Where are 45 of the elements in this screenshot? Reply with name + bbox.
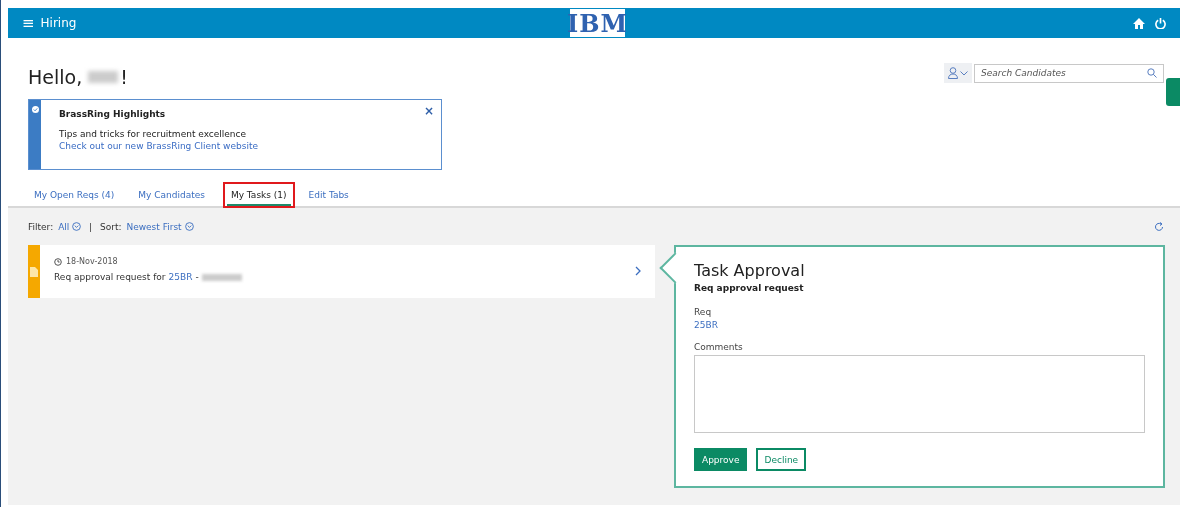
chevron-circle-icon (184, 222, 194, 231)
task-dash: - (195, 272, 199, 282)
caret-icon (960, 70, 968, 76)
chevron-circle-icon (72, 222, 82, 231)
close-icon[interactable]: × (423, 104, 434, 118)
filter-dropdown[interactable]: All (58, 222, 82, 232)
sort-label: Sort: (99, 222, 122, 232)
req-label: Req (694, 307, 713, 317)
tab[interactable]: My Tasks (1) (226, 184, 291, 206)
redacted-text (201, 273, 242, 281)
panel-subtitle: Req approval request (694, 283, 805, 293)
task-card[interactable]: 18-Nov-2018 Req approval request for 25BR - (28, 245, 655, 298)
decline-button[interactable]: Decline (756, 448, 807, 471)
sort-dropdown[interactable]: Newest First (126, 222, 194, 232)
tab[interactable]: My Candidates (136, 184, 211, 206)
refresh-icon[interactable] (1154, 222, 1164, 232)
separator: | (88, 222, 94, 232)
search-icon[interactable] (1147, 68, 1157, 78)
clock-icon (54, 257, 62, 266)
power-icon[interactable] (1155, 17, 1166, 29)
comments-label: Comments (694, 342, 744, 352)
menu-icon[interactable]: ≡ (22, 14, 35, 32)
tab[interactable]: Edit Tabs (306, 184, 355, 206)
redacted-name (88, 71, 119, 83)
user-icon (948, 67, 958, 79)
task-date: 18-Nov-2018 (66, 257, 118, 266)
home-icon[interactable] (1133, 17, 1145, 29)
approve-button[interactable]: Approve (694, 448, 748, 471)
comments-field[interactable] (694, 355, 1145, 433)
tab[interactable]: My Open Reqs (4) (32, 184, 121, 206)
app-title: Hiring (40, 16, 77, 30)
greeting: Hello, (28, 66, 83, 88)
banner-text: Tips and tricks for recruitment excellence (59, 129, 248, 139)
greeting-mark: ! (120, 66, 128, 88)
filter-label: Filter: (28, 222, 54, 232)
user-dropdown[interactable] (944, 63, 972, 83)
document-icon (30, 266, 38, 277)
website-link[interactable]: Check out our new BrassRing Client website (59, 141, 258, 151)
panel-title: Task Approval (694, 261, 806, 280)
task-text: Req approval request for (54, 272, 166, 282)
search-field[interactable]: Search Candidates (974, 63, 1164, 83)
req-link[interactable]: 25BR (694, 320, 718, 330)
banner-title: BrassRing Highlights (59, 109, 167, 119)
chevron-icon[interactable] (635, 266, 641, 276)
req-link[interactable]: 25BR (168, 272, 193, 282)
